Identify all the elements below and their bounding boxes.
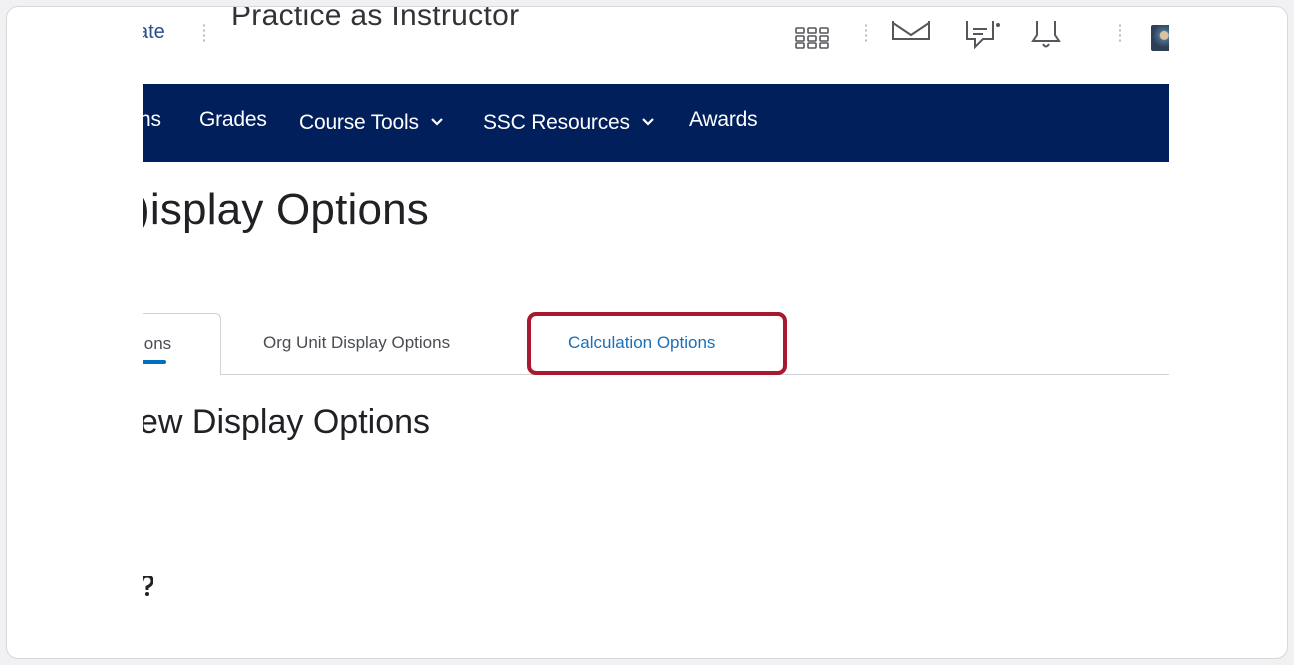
nav-item-grades[interactable]: Grades bbox=[199, 108, 267, 132]
help-icon[interactable] bbox=[143, 574, 154, 602]
tab-user-display-options[interactable]: ions bbox=[143, 313, 221, 375]
avatar[interactable] bbox=[1151, 25, 1169, 51]
screenshot-frame: ate Practice as Instructor bbox=[6, 6, 1288, 659]
nav-item-label: SSC Resources bbox=[483, 111, 630, 134]
active-tab-indicator bbox=[143, 360, 166, 364]
chevron-down-icon bbox=[642, 108, 655, 132]
chevron-down-icon bbox=[431, 108, 444, 132]
brand-logo-text[interactable]: ate bbox=[143, 21, 165, 44]
header-separator bbox=[865, 23, 867, 43]
mail-icon[interactable] bbox=[891, 21, 931, 46]
course-navbar: ns Grades Course Tools SSC Resources Awa… bbox=[143, 84, 1169, 162]
nav-item-label: Awards bbox=[689, 108, 758, 131]
highlight-annotation bbox=[527, 312, 787, 375]
course-title[interactable]: Practice as Instructor bbox=[231, 7, 519, 33]
nav-item-partial[interactable]: ns bbox=[143, 108, 161, 132]
nav-item-ssc-resources[interactable]: SSC Resources bbox=[483, 108, 655, 135]
nav-item-label: Grades bbox=[199, 108, 267, 131]
nav-item-label: ns bbox=[143, 108, 161, 131]
page-title: )isplay Options bbox=[143, 185, 430, 234]
nav-item-awards[interactable]: Awards bbox=[689, 108, 758, 132]
nav-item-course-tools[interactable]: Course Tools bbox=[299, 108, 444, 135]
nav-item-label: Course Tools bbox=[299, 111, 419, 134]
header-separator bbox=[203, 23, 205, 43]
tab-org-unit-display-options[interactable]: Org Unit Display Options bbox=[263, 333, 450, 353]
bell-icon[interactable] bbox=[1031, 21, 1061, 56]
section-title: ew Display Options bbox=[143, 403, 431, 441]
tab-bar: ions Org Unit Display Options Calculatio… bbox=[143, 312, 1169, 375]
chat-icon[interactable] bbox=[965, 21, 1001, 56]
browser-viewport: ate Practice as Instructor bbox=[143, 7, 1169, 658]
apps-grid-icon[interactable] bbox=[795, 27, 829, 54]
header-separator bbox=[1119, 23, 1121, 43]
tab-label: ions bbox=[143, 334, 172, 353]
